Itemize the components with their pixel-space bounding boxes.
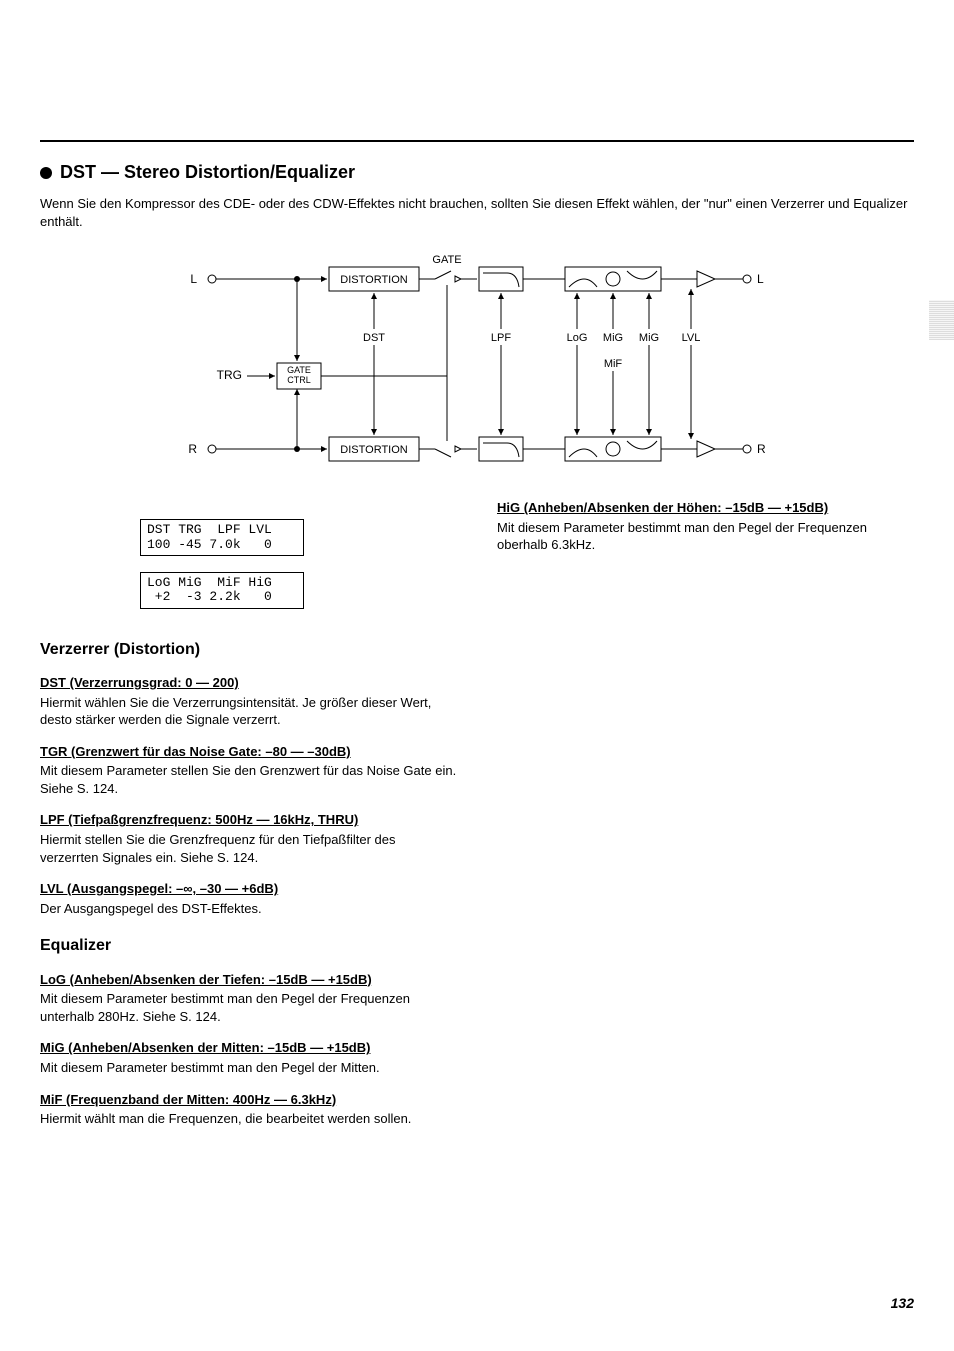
param-body-tgr: Mit diesem Parameter stellen Sie den Gre… (40, 762, 457, 797)
svg-text:MiG: MiG (603, 332, 623, 344)
horizontal-rule (40, 140, 914, 142)
param-heading-lpf: LPF (Tiefpaßgrenzfrequenz: 500Hz — 16kHz… (40, 811, 457, 829)
param-body-lpf: Hiermit stellen Sie die Grenzfrequenz fü… (40, 831, 457, 866)
param-heading-lvl: LVL (Ausgangspegel: –∞, –30 — +6dB) (40, 880, 457, 898)
param-body-hig: Mit diesem Parameter bestimmt man den Pe… (497, 519, 914, 554)
io-left-in: L (190, 272, 197, 286)
page-title: DST — Stereo Distortion/Equalizer (60, 162, 355, 183)
scan-artifact (929, 300, 954, 340)
param-heading-log: LoG (Anheben/Absenken der Tiefen: –15dB … (40, 971, 457, 989)
svg-text:LPF: LPF (491, 332, 511, 344)
lcd-displays: DST TRG LPF LVL 100 -45 7.0k 0 LoG MiG M… (140, 519, 457, 608)
document-page: DST — Stereo Distortion/Equalizer Wenn S… (0, 0, 954, 1351)
left-column: DST TRG LPF LVL 100 -45 7.0k 0 LoG MiG M… (40, 499, 457, 1127)
page-number: 132 (891, 1295, 914, 1311)
param-heading-tgr: TGR (Grenzwert für das Noise Gate: –80 —… (40, 743, 457, 761)
io-left-out: L (757, 272, 764, 286)
title-row: DST — Stereo Distortion/Equalizer (40, 162, 914, 183)
bullet-icon (40, 167, 52, 179)
svg-text:LVL: LVL (682, 332, 701, 344)
trigger-in-label: TRG (217, 368, 242, 382)
svg-text:CTRL: CTRL (287, 375, 311, 385)
intro-text: Wenn Sie den Kompressor des CDE- oder de… (40, 195, 914, 231)
content-columns: DST TRG LPF LVL 100 -45 7.0k 0 LoG MiG M… (40, 499, 914, 1127)
svg-text:MiG: MiG (639, 332, 659, 344)
io-right-in: R (188, 442, 197, 456)
svg-text:GATE: GATE (287, 365, 311, 375)
signal-flow-diagram: L R TRG GATE CTRL DISTORTION (40, 249, 914, 479)
param-body-log: Mit diesem Parameter bestimmt man den Pe… (40, 990, 457, 1025)
section-heading-equalizer: Equalizer (40, 935, 457, 957)
section-heading-distortion: Verzerrer (Distortion) (40, 639, 457, 661)
svg-text:DISTORTION: DISTORTION (340, 444, 407, 456)
param-heading-dst: DST (Verzerrungsgrad: 0 — 200) (40, 674, 457, 692)
param-body-dst: Hiermit wählen Sie die Verzerrungsintens… (40, 694, 457, 729)
io-right-out: R (757, 442, 766, 456)
right-column: HiG (Anheben/Absenken der Höhen: –15dB —… (497, 499, 914, 1127)
svg-text:MiF: MiF (604, 358, 623, 370)
param-body-mif: Hiermit wählt man die Frequenzen, die be… (40, 1110, 457, 1128)
lcd-display-1: DST TRG LPF LVL 100 -45 7.0k 0 (140, 519, 304, 556)
lcd-display-2: LoG MiG MiF HiG +2 -3 2.2k 0 (140, 572, 304, 609)
svg-text:LoG: LoG (567, 332, 588, 344)
param-heading-mif: MiF (Frequenzband der Mitten: 400Hz — 6.… (40, 1091, 457, 1109)
param-heading-mig: MiG (Anheben/Absenken der Mitten: –15dB … (40, 1039, 457, 1057)
param-body-mig: Mit diesem Parameter bestimmt man den Pe… (40, 1059, 457, 1077)
param-heading-hig: HiG (Anheben/Absenken der Höhen: –15dB —… (497, 499, 914, 517)
svg-text:DST: DST (363, 332, 385, 344)
diagram-svg: L R TRG GATE CTRL DISTORTION (167, 249, 787, 479)
svg-text:DISTORTION: DISTORTION (340, 274, 407, 286)
svg-text:GATE: GATE (432, 254, 461, 266)
param-body-lvl: Der Ausgangspegel des DST-Effektes. (40, 900, 457, 918)
